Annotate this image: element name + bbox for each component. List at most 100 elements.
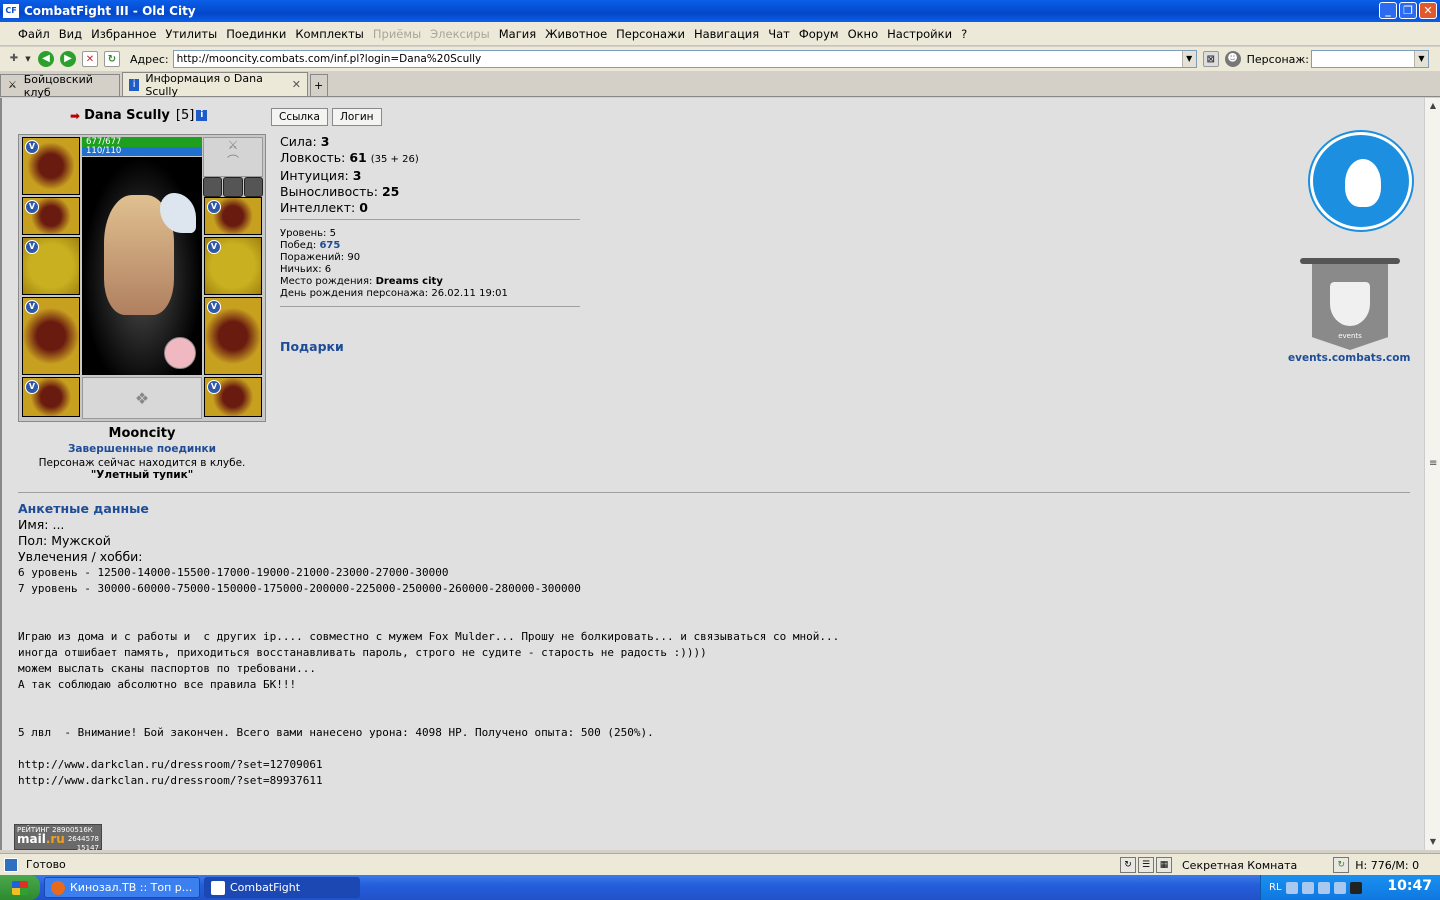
private-message-icon[interactable]: ➡ [70,109,80,123]
boots-slot[interactable]: V [204,377,262,417]
status-ready: Готово [26,858,66,871]
maximize-button[interactable]: ❐ [1399,2,1417,19]
room-name: "Улетный тупик" [90,469,194,481]
gloves-slot[interactable]: V [204,197,262,235]
address-url: http://mooncity.combats.com/inf.pl?login… [176,53,482,65]
item-badge-icon: V [207,200,221,214]
menu-item-14[interactable]: Окно [848,27,879,41]
tray-arrow-icon[interactable] [1285,881,1298,894]
menu-item-5[interactable]: Комплекты [295,27,364,41]
system-tray: RL 10:47 [1260,875,1440,900]
events-banner-icon[interactable]: events [1300,258,1400,350]
item-badge-icon: V [25,240,39,254]
shield-slot[interactable]: V [204,237,262,295]
character-portrait [82,157,202,375]
mailru-rating-counter[interactable]: РЕЙТИНГ 28900516К mail.ru 2644578 15147 [14,824,102,850]
close-button[interactable]: ✕ [1419,2,1437,19]
character-select[interactable]: ▼ [1311,50,1429,68]
security-icon[interactable] [1317,881,1330,894]
info-wins: Побед: 675 [280,240,341,251]
menu-item-4[interactable]: Поединки [226,27,286,41]
tab-character-info[interactable]: i Информация о Dana Scully ✕ [122,72,308,98]
menu-item-0[interactable]: Файл [18,27,50,41]
calendar-icon[interactable]: ▦ [1156,857,1172,873]
task-kinozal[interactable]: Кинозал.ТВ :: Топ р... [44,877,200,898]
info-losses: Поражений: 90 [280,252,361,263]
scroll-grip-icon[interactable]: ≡ [1429,458,1437,469]
menu-item-11[interactable]: Навигация [694,27,759,41]
menu-item-10[interactable]: Персонажи [616,27,685,41]
language-indicator[interactable]: RL [1269,882,1282,893]
pet-avatar[interactable] [164,337,196,369]
helmet-slot[interactable]: V [22,137,80,195]
menu-item-16[interactable]: ? [961,27,967,41]
close-tab-icon[interactable]: ✕ [292,78,301,91]
events-link[interactable]: events.combats.com [1288,352,1410,364]
rings-row [203,177,263,197]
monitor-icon[interactable] [1349,881,1362,894]
refresh-status-icon[interactable]: ↻ [1120,857,1136,873]
profile-line: Играю из дома и с работы и с других ip..… [18,630,840,643]
belt-slot[interactable]: V [22,377,80,417]
bracers-slot[interactable]: V [22,197,80,235]
address-input[interactable]: http://mooncity.combats.com/inf.pl?login… [172,50,1197,68]
sync-icon[interactable]: ↻ [1333,857,1350,873]
back-icon[interactable]: ◀ [38,51,54,67]
scroll-up-icon[interactable]: ▲ [1425,98,1440,114]
windows-flag-icon [12,880,28,895]
stat-intellect: Интеллект: 0 [280,200,368,215]
info-divider [280,306,580,307]
weapon-slot[interactable]: V [22,237,80,295]
character-dropdown-icon[interactable]: ▼ [1414,51,1428,67]
signal-icon[interactable] [1333,881,1346,894]
address-dropdown-icon[interactable]: ▼ [1181,51,1196,67]
armor-slot[interactable]: V [22,297,80,375]
refresh-icon[interactable]: ↻ [104,51,120,67]
link-button[interactable]: Ссылка [271,108,328,126]
menu-item-8[interactable]: Магия [499,27,536,41]
finished-battles-link[interactable]: Завершенные поединки [18,443,266,455]
vertical-scrollbar[interactable]: ▲ ≡ ▼ [1424,98,1440,850]
address-label: Адрес: [130,52,169,66]
item-badge-icon: V [207,380,221,394]
menu-item-15[interactable]: Настройки [887,27,952,41]
new-tab-button[interactable]: + [310,74,328,96]
menu-item-12[interactable]: Чат [768,27,790,41]
ring-slot[interactable] [223,177,243,197]
pin-icon[interactable]: ✚ [6,51,22,67]
character-info-icon[interactable]: i [196,110,208,121]
taskbar: Кинозал.ТВ :: Топ р... CombatFight RL 10… [0,875,1440,900]
profile-link[interactable]: http://www.darkclan.ru/dressroom/?set=89… [18,773,323,789]
ring-slot[interactable] [203,177,223,197]
menu-item-1[interactable]: Вид [59,27,82,41]
location-text: Персонаж сейчас находится в клубе. [38,457,246,469]
menu-item-3[interactable]: Утилиты [165,27,217,41]
characters-icon[interactable]: ☻ [1224,51,1241,67]
start-button[interactable] [0,875,40,900]
ring-slot[interactable] [243,177,263,197]
logo-head [1345,159,1381,207]
profile-link[interactable]: http://www.darkclan.ru/dressroom/?set=12… [18,757,323,773]
stats-block: Сила: 3 Ловкость: 61 (35 + 26) Интуиция:… [280,134,419,216]
status-bar: Готово ↻ ☰ ▦ Секретная Комната ↻ H: 776/… [0,853,1440,875]
login-button[interactable]: Логин [332,108,382,126]
menu-item-13[interactable]: Форум [799,27,839,41]
dropdown-icon[interactable]: ▼ [24,51,32,67]
legs-slot[interactable]: V [204,297,262,375]
network-icon[interactable] [1301,881,1314,894]
scroll-down-icon[interactable]: ▼ [1425,834,1440,850]
gifts-link[interactable]: Подарки [280,339,344,354]
go-icon[interactable]: ⊠ [1202,51,1219,67]
stop-icon[interactable]: ✕ [82,51,98,67]
alignment-logo-icon[interactable] [1310,132,1412,230]
status-room: Секретная Комната [1182,858,1298,872]
tab-fight-club[interactable]: ⚔ Бойцовский клуб [0,73,120,99]
minimize-button[interactable]: _ [1379,2,1397,19]
menu-item-2[interactable]: Избранное [91,27,156,41]
list-icon[interactable]: ☰ [1138,857,1154,873]
item-badge-icon: V [207,240,221,254]
task-combatfight[interactable]: CombatFight [204,877,360,898]
title-bar: CF CombatFight III - Old City _ ❐ ✕ [0,0,1440,22]
forward-icon[interactable]: ▶ [60,51,76,67]
menu-item-9[interactable]: Животное [545,27,607,41]
